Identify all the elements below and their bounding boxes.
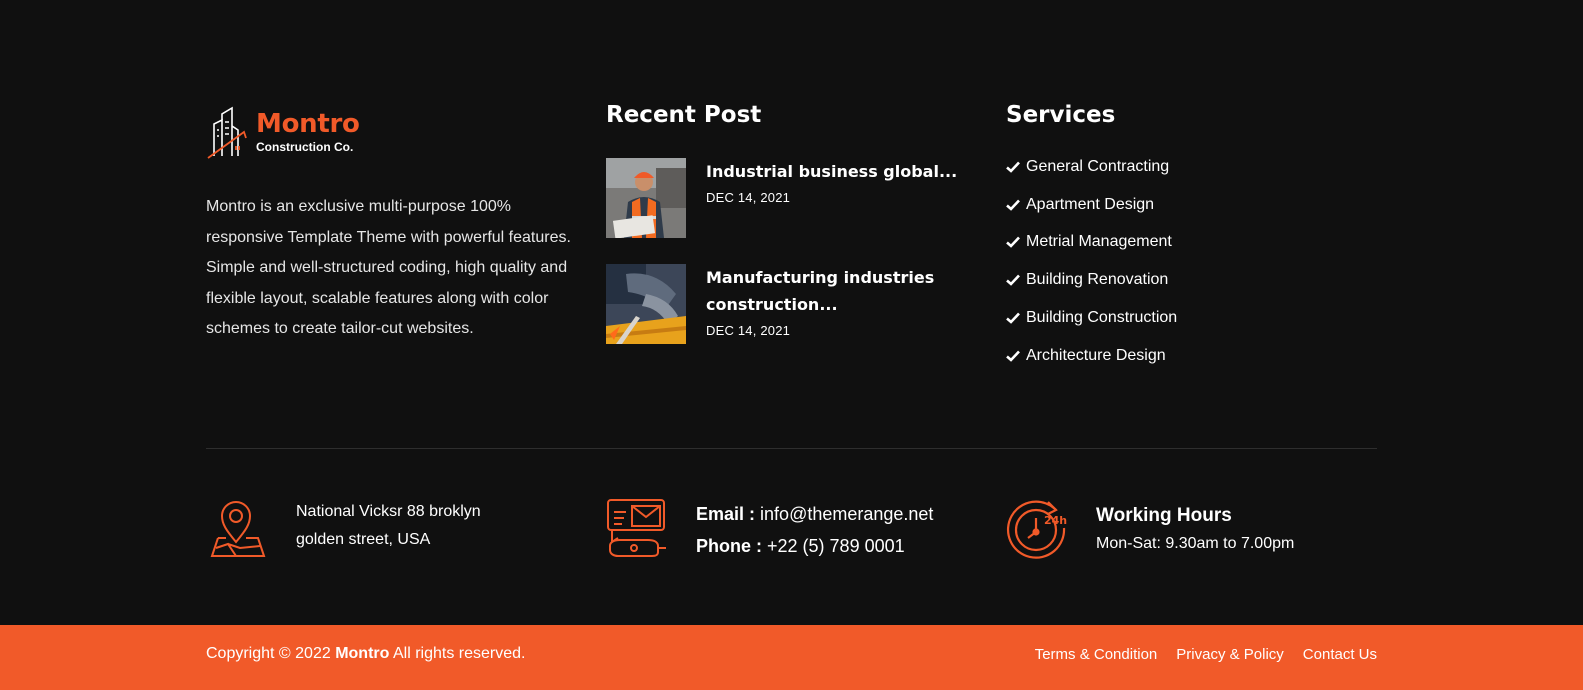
- copyright-prefix: Copyright © 2022: [206, 645, 331, 662]
- contact-us-link[interactable]: Contact Us: [1303, 646, 1377, 663]
- copyright-bar: Copyright © 2022 Montro All rights reser…: [0, 625, 1583, 690]
- welder-hands-photo: [606, 264, 686, 344]
- services-title: Services: [1006, 102, 1116, 128]
- logo-wordmark: Montro Construction Co.: [256, 111, 360, 153]
- logo-tagline: Construction Co.: [256, 140, 354, 154]
- building-logo-icon: [207, 106, 247, 159]
- address-text: National Vicksr 88 broklyn golden street…: [296, 498, 481, 554]
- contact-email-phone: Email : info@themerange.net Phone : +22 …: [606, 498, 986, 562]
- clock-24h-icon: 24h: [1006, 500, 1067, 559]
- recent-post-item[interactable]: Manufacturing industries construction...…: [606, 264, 976, 344]
- service-label: Building Construction: [1026, 309, 1178, 327]
- post-date: DEC 14, 2021: [706, 190, 791, 205]
- service-label: Architecture Design: [1026, 346, 1166, 364]
- email-label: Email :: [696, 504, 756, 524]
- recent-posts-title: Recent Post: [606, 102, 762, 128]
- post-thumbnail[interactable]: [606, 264, 686, 344]
- footer-legal-links: Terms & Condition Privacy & Policy Conta…: [1016, 646, 1377, 663]
- email-link[interactable]: info@themerange.net: [760, 504, 933, 524]
- post-title[interactable]: Industrial business global...: [706, 158, 966, 185]
- footer-recent-posts-column: Recent Post Industrial business global..…: [606, 98, 976, 344]
- check-icon: [1006, 199, 1020, 211]
- about-text: Montro is an exclusive multi-purpose 100…: [206, 198, 571, 337]
- phone-line: Phone : +22 (5) 789 0001: [696, 530, 933, 562]
- service-label: Apartment Design: [1026, 195, 1155, 213]
- post-info: Industrial business global... DEC 14, 20…: [706, 158, 966, 205]
- terms-link[interactable]: Terms & Condition: [1035, 646, 1158, 663]
- service-item[interactable]: General Contracting: [1006, 148, 1376, 186]
- contact-address: National Vicksr 88 broklyn golden street…: [206, 498, 586, 562]
- privacy-link[interactable]: Privacy & Policy: [1176, 646, 1284, 663]
- copyright-text: Copyright © 2022 Montro All rights reser…: [206, 645, 525, 663]
- contact-working-hours: 24h Working Hours Mon-Sat: 9.30am to 7.0…: [1006, 498, 1386, 562]
- post-date: DEC 14, 2021: [706, 323, 791, 338]
- post-info: Manufacturing industries construction...…: [706, 264, 966, 338]
- service-label: Building Renovation: [1026, 271, 1169, 289]
- working-hours-value: Mon-Sat: 9.30am to 7.00pm: [1096, 535, 1295, 552]
- check-icon: [1006, 237, 1020, 249]
- footer-logo[interactable]: Montro Construction Co.: [206, 102, 576, 162]
- check-icon: [1006, 312, 1020, 324]
- post-thumbnail[interactable]: [606, 158, 686, 238]
- email-line: Email : info@themerange.net: [696, 498, 933, 530]
- service-label: General Contracting: [1026, 157, 1170, 175]
- address-line-2: golden street, USA: [296, 531, 431, 548]
- post-title[interactable]: Manufacturing industries construction...: [706, 264, 966, 318]
- site-footer: Montro Construction Co. Montro is an exc…: [0, 0, 1583, 625]
- service-item[interactable]: Metrial Management: [1006, 224, 1376, 262]
- service-item[interactable]: Architecture Design: [1006, 337, 1376, 375]
- copyright-suffix: All rights reserved.: [392, 645, 526, 662]
- copyright-brand[interactable]: Montro: [335, 645, 389, 662]
- check-icon: [1006, 274, 1020, 287]
- footer-services-column: Services General Contracting Apartment D…: [1006, 98, 1376, 375]
- email-phone-text: Email : info@themerange.net Phone : +22 …: [696, 498, 933, 562]
- location-pin-map-icon: [210, 501, 266, 557]
- check-icon: [1006, 161, 1020, 173]
- footer-divider: [206, 448, 1377, 449]
- services-list: General Contracting Apartment Design Met…: [1006, 148, 1376, 375]
- phone-link[interactable]: +22 (5) 789 0001: [767, 536, 905, 556]
- address-line-1: National Vicksr 88 broklyn: [296, 503, 481, 520]
- service-item[interactable]: Apartment Design: [1006, 186, 1376, 224]
- svg-text:24h: 24h: [1044, 514, 1067, 527]
- phone-label: Phone :: [696, 536, 762, 556]
- mail-phone-icon: [607, 499, 666, 557]
- service-item[interactable]: Building Renovation: [1006, 261, 1376, 299]
- service-item[interactable]: Building Construction: [1006, 299, 1376, 337]
- check-icon: [1006, 350, 1020, 362]
- footer-about-column: Montro Construction Co. Montro is an exc…: [206, 98, 576, 345]
- service-label: Metrial Management: [1026, 233, 1172, 251]
- working-hours-text: Working Hours Mon-Sat: 9.30am to 7.00pm: [1096, 498, 1294, 556]
- worker-in-safety-vest-photo: [606, 158, 686, 238]
- recent-post-item[interactable]: Industrial business global... DEC 14, 20…: [606, 158, 976, 238]
- working-hours-title: Working Hours: [1096, 505, 1232, 526]
- logo-name: Montro: [256, 109, 360, 139]
